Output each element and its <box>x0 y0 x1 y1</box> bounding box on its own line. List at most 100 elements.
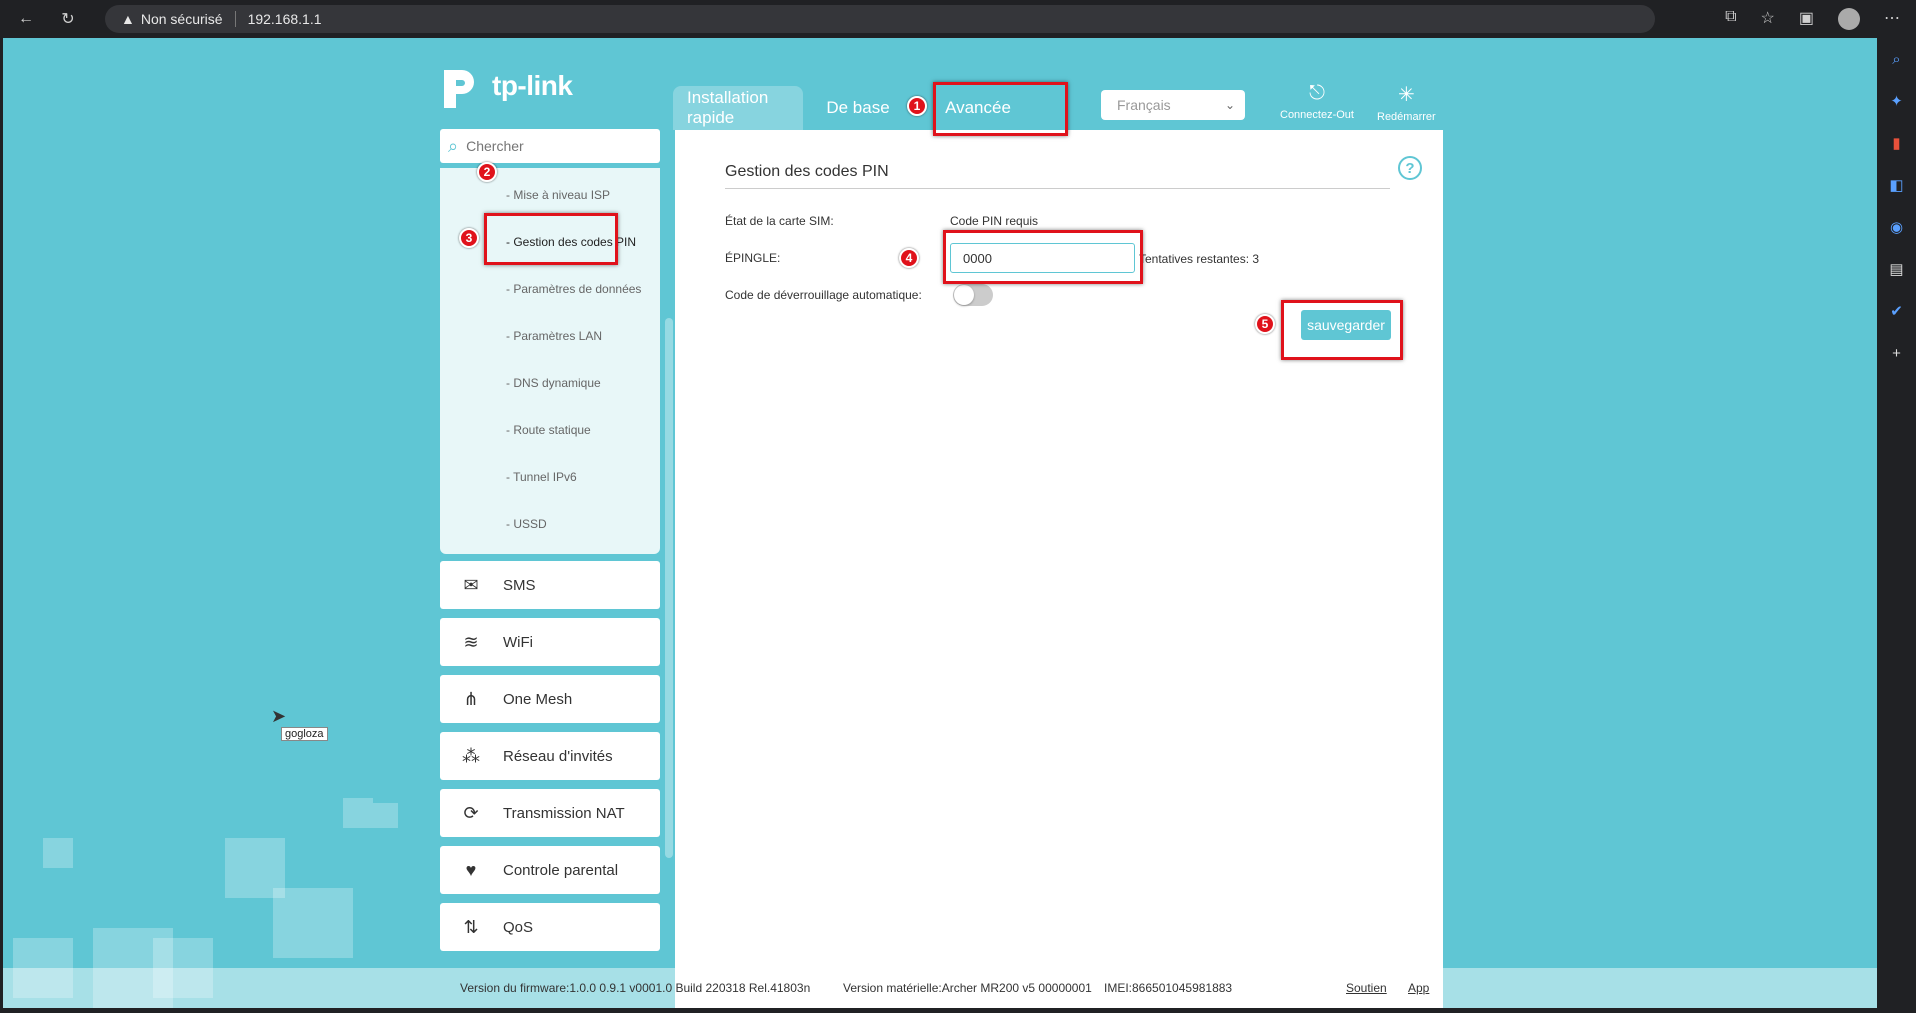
sidebar-item-ussd[interactable]: - USSD <box>506 517 547 531</box>
extensions-icon[interactable]: ⧉ <box>1725 8 1736 30</box>
logout-button[interactable]: ⎋ Connectez-Out <box>1280 82 1354 121</box>
qos-icon: ⇅ <box>463 916 479 937</box>
sidebar-item-label: Transmission NAT <box>503 804 625 822</box>
language-select[interactable]: Français ⌄ <box>1101 90 1245 120</box>
hardware-version: Version matérielle:Archer MR200 v5 00000… <box>843 981 1092 995</box>
outlook-icon[interactable]: ◧ <box>1887 174 1907 196</box>
security-label: Non sécurisé <box>140 11 223 27</box>
mouse-cursor-icon: ➤ <box>271 706 287 726</box>
wifi-icon: ≋ <box>463 631 479 652</box>
browser-toolbar: ← ↻ ▲ Non sécurisé 192.168.1.1 ⧉ ☆ ▣ ⋯ <box>0 0 1916 38</box>
page-title: Gestion des codes PIN <box>725 163 889 180</box>
sidebar-item-label: One Mesh <box>503 690 573 708</box>
support-link[interactable]: Soutien <box>1346 981 1387 995</box>
search-input[interactable] <box>466 138 637 154</box>
sidebar-item-sms[interactable]: ✉ SMS <box>440 561 660 609</box>
sim-state-label: État de la carte SIM: <box>725 214 834 228</box>
favorites-icon[interactable]: ☆ <box>1761 8 1775 30</box>
auto-unlock-toggle[interactable] <box>953 284 993 306</box>
browser-actions: ⧉ ☆ ▣ ⋯ <box>1725 8 1900 30</box>
auto-unlock-label: Code de déverrouillage automatique: <box>725 288 922 302</box>
decor <box>343 798 373 828</box>
sidebar-item-ddns[interactable]: - DNS dynamique <box>506 376 601 390</box>
highlight-box-5 <box>1281 300 1403 360</box>
sidebar-item-ipv6-tunnel[interactable]: - Tunnel IPv6 <box>506 470 577 484</box>
sidebar-item-label: Controle parental <box>503 861 619 879</box>
tab-de-base[interactable]: De base <box>803 86 913 130</box>
warning-icon: ▲ <box>121 11 135 27</box>
sidebar-item-isp-upgrade[interactable]: - Mise à niveau ISP <box>506 188 610 202</box>
pin-label: ÉPINGLE: <box>725 251 781 265</box>
sidebar-item-wifi[interactable]: ≋ WiFi <box>440 618 660 666</box>
reload-icon[interactable]: ↻ <box>52 3 84 35</box>
decor <box>43 838 73 868</box>
back-icon[interactable]: ← <box>10 3 42 35</box>
highlight-box-3 <box>484 213 618 265</box>
step-badge-2: 2 <box>477 162 497 182</box>
highlight-box-1 <box>933 82 1068 136</box>
cursor-tooltip: gogloza <box>281 727 328 741</box>
divider <box>234 11 236 27</box>
chevron-down-icon: ⌄ <box>1224 98 1235 112</box>
sidebar-item-lan-settings[interactable]: - Paramètres LAN <box>506 329 602 343</box>
collections-icon[interactable]: ▣ <box>1799 8 1814 30</box>
logout-icon: ⎋ <box>1309 82 1325 104</box>
remaining-tries: Tentatives restantes: 3 <box>1139 252 1260 266</box>
reboot-label: Redémarrer <box>1377 111 1436 123</box>
more-icon[interactable]: ⋯ <box>1884 8 1900 30</box>
logo-text: tp-link <box>492 70 573 101</box>
tab-installation-rapide[interactable]: Installation rapide <box>673 86 803 130</box>
sidebar-item-data-settings[interactable]: - Paramètres de données <box>506 282 641 296</box>
copilot-icon[interactable]: ✦ <box>1887 90 1907 112</box>
firmware-version: Version du firmware:1.0.0 0.9.1 v0001.0 … <box>460 981 811 995</box>
sidebar-item-label: WiFi <box>503 633 533 651</box>
sidebar-item-label: QoS <box>503 918 534 936</box>
url-text: 192.168.1.1 <box>247 11 322 27</box>
step-badge-5: 5 <box>1255 314 1275 334</box>
envelope-icon: ✉ <box>463 574 479 595</box>
sidebar-scrollbar[interactable] <box>665 318 673 858</box>
logout-label: Connectez-Out <box>1280 109 1354 121</box>
step-badge-4: 4 <box>899 248 919 268</box>
sidebar-item-qos[interactable]: ⇅ QoS <box>440 903 660 951</box>
edge-sidebar: ⌕ ✦ ▮ ◧ ◉ ▤ ✔ + <box>1877 38 1916 1013</box>
step-badge-3: 3 <box>459 228 479 248</box>
office-icon[interactable]: ▮ <box>1887 132 1907 154</box>
sidebar-item-nat[interactable]: ⟳ Transmission NAT <box>440 789 660 837</box>
toggle-knob <box>954 285 974 305</box>
reboot-icon: ✳ <box>1397 84 1415 106</box>
tp-link-logo[interactable]: tp-link <box>440 62 573 110</box>
divider <box>725 188 1390 189</box>
language-value: Français <box>1117 97 1171 113</box>
todo-icon[interactable]: ✔ <box>1887 300 1907 322</box>
sidebar-item-label: SMS <box>503 576 536 594</box>
step-badge-1: 1 <box>907 96 927 116</box>
nat-icon: ⟳ <box>463 802 479 823</box>
games-icon[interactable]: ◉ <box>1887 216 1907 238</box>
help-icon[interactable]: ? <box>1398 156 1422 180</box>
highlight-box-4 <box>943 230 1143 284</box>
sidebar-item-label: Réseau d'invités <box>503 747 613 765</box>
sidebar-item-guest-network[interactable]: ⁂ Réseau d'invités <box>440 732 660 780</box>
tools-icon[interactable]: ▤ <box>1887 258 1907 280</box>
sidebar-search: ⌕ <box>440 129 660 163</box>
reboot-button[interactable]: ✳ Redémarrer <box>1377 82 1436 123</box>
search-icon[interactable]: ⌕ <box>1887 48 1907 70</box>
search-icon: ⌕ <box>448 135 459 156</box>
decor <box>373 803 398 828</box>
imei: IMEI:866501045981883 <box>1104 981 1233 995</box>
sidebar-item-static-route[interactable]: - Route statique <box>506 423 591 437</box>
router-page: tp-link Installation rapide De base Avan… <box>3 38 1877 1008</box>
logo-icon <box>444 70 474 108</box>
sidebar-item-onemesh[interactable]: ⋔ One Mesh <box>440 675 660 723</box>
heart-icon: ♥ <box>465 859 477 880</box>
footer: Version du firmware:1.0.0 0.9.1 v0001.0 … <box>3 968 1877 1008</box>
avatar[interactable] <box>1838 8 1860 30</box>
sim-state-value: Code PIN requis <box>950 214 1039 228</box>
sidebar-item-parental-control[interactable]: ♥ Controle parental <box>440 846 660 894</box>
address-bar[interactable]: ▲ Non sécurisé 192.168.1.1 <box>105 5 1655 33</box>
app-link[interactable]: App <box>1408 981 1429 995</box>
mesh-icon: ⋔ <box>463 688 479 709</box>
guests-icon: ⁂ <box>462 745 480 766</box>
add-icon[interactable]: + <box>1887 342 1907 364</box>
